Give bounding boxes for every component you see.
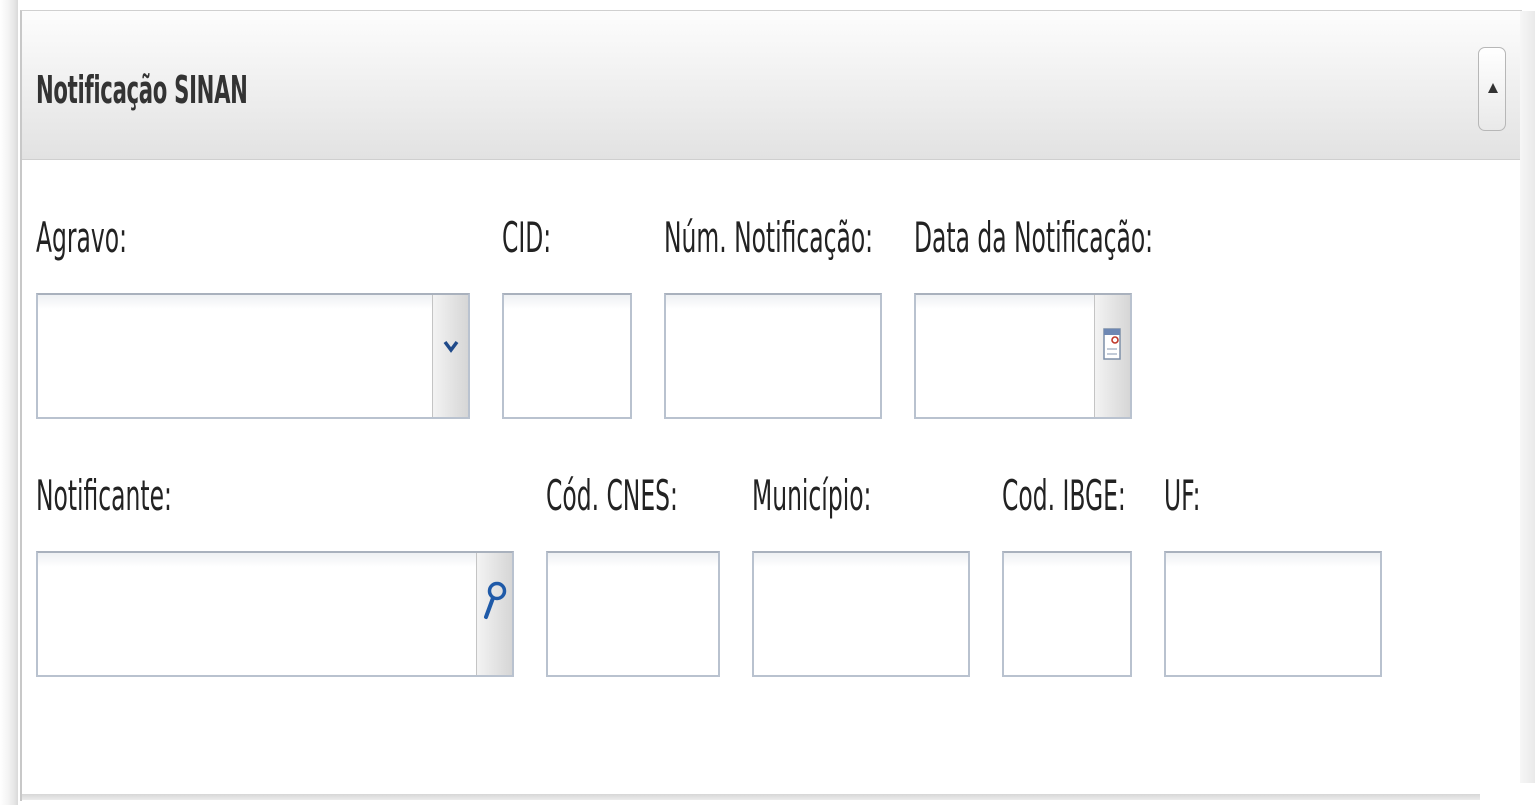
agravo-label: Agravo: (36, 213, 127, 262)
uf-input[interactable] (1166, 553, 1380, 675)
num-notificacao-input[interactable] (666, 295, 880, 417)
agravo-combobox[interactable] (36, 293, 470, 419)
panel-bottom-border (22, 794, 1480, 800)
municipio-label: Município: (752, 471, 872, 520)
cid-field[interactable] (502, 293, 632, 419)
panel-title: Notificação SINAN (36, 68, 248, 112)
num-notificacao-field[interactable] (664, 293, 882, 419)
screen: Notificação SINAN Agravo: CID: Núm. Noti… (0, 0, 1535, 805)
cod-ibge-input[interactable] (1004, 553, 1130, 675)
triangle-up-icon (1488, 83, 1498, 93)
cod-cnes-field[interactable] (546, 551, 720, 677)
notificante-input[interactable] (38, 553, 512, 675)
agravo-input[interactable] (38, 295, 468, 417)
notificante-search-trigger[interactable] (476, 553, 512, 675)
sinan-notification-panel: Notificação SINAN Agravo: CID: Núm. Noti… (20, 10, 1535, 801)
num-notificacao-label: Núm. Notificação: (664, 213, 874, 262)
agravo-dropdown-trigger[interactable] (432, 295, 468, 417)
cod-ibge-field[interactable] (1002, 551, 1132, 677)
data-notificacao-label: Data da Notificação: (914, 213, 1154, 262)
notificante-label: Notificante: (36, 471, 172, 520)
collapse-button[interactable] (1478, 47, 1506, 131)
panel-right-edge (1520, 11, 1535, 783)
cid-label: CID: (502, 213, 552, 262)
data-notificacao-datefield[interactable] (914, 293, 1132, 419)
date-picker-trigger[interactable] (1094, 295, 1130, 417)
uf-field[interactable] (1164, 551, 1382, 677)
cod-cnes-input[interactable] (548, 553, 718, 675)
calendar-icon (1103, 328, 1121, 360)
left-shadow-strip (0, 0, 18, 805)
panel-header: Notificação SINAN (22, 11, 1522, 160)
uf-label: UF: (1164, 471, 1201, 520)
chevron-down-icon (443, 340, 459, 353)
cod-cnes-label: Cód. CNES: (546, 471, 678, 520)
search-icon (484, 581, 507, 619)
municipio-input[interactable] (754, 553, 968, 675)
cid-input[interactable] (504, 295, 630, 417)
municipio-field[interactable] (752, 551, 970, 677)
cod-ibge-label: Cod. IBGE: (1002, 471, 1126, 520)
notificante-lookup[interactable] (36, 551, 514, 677)
